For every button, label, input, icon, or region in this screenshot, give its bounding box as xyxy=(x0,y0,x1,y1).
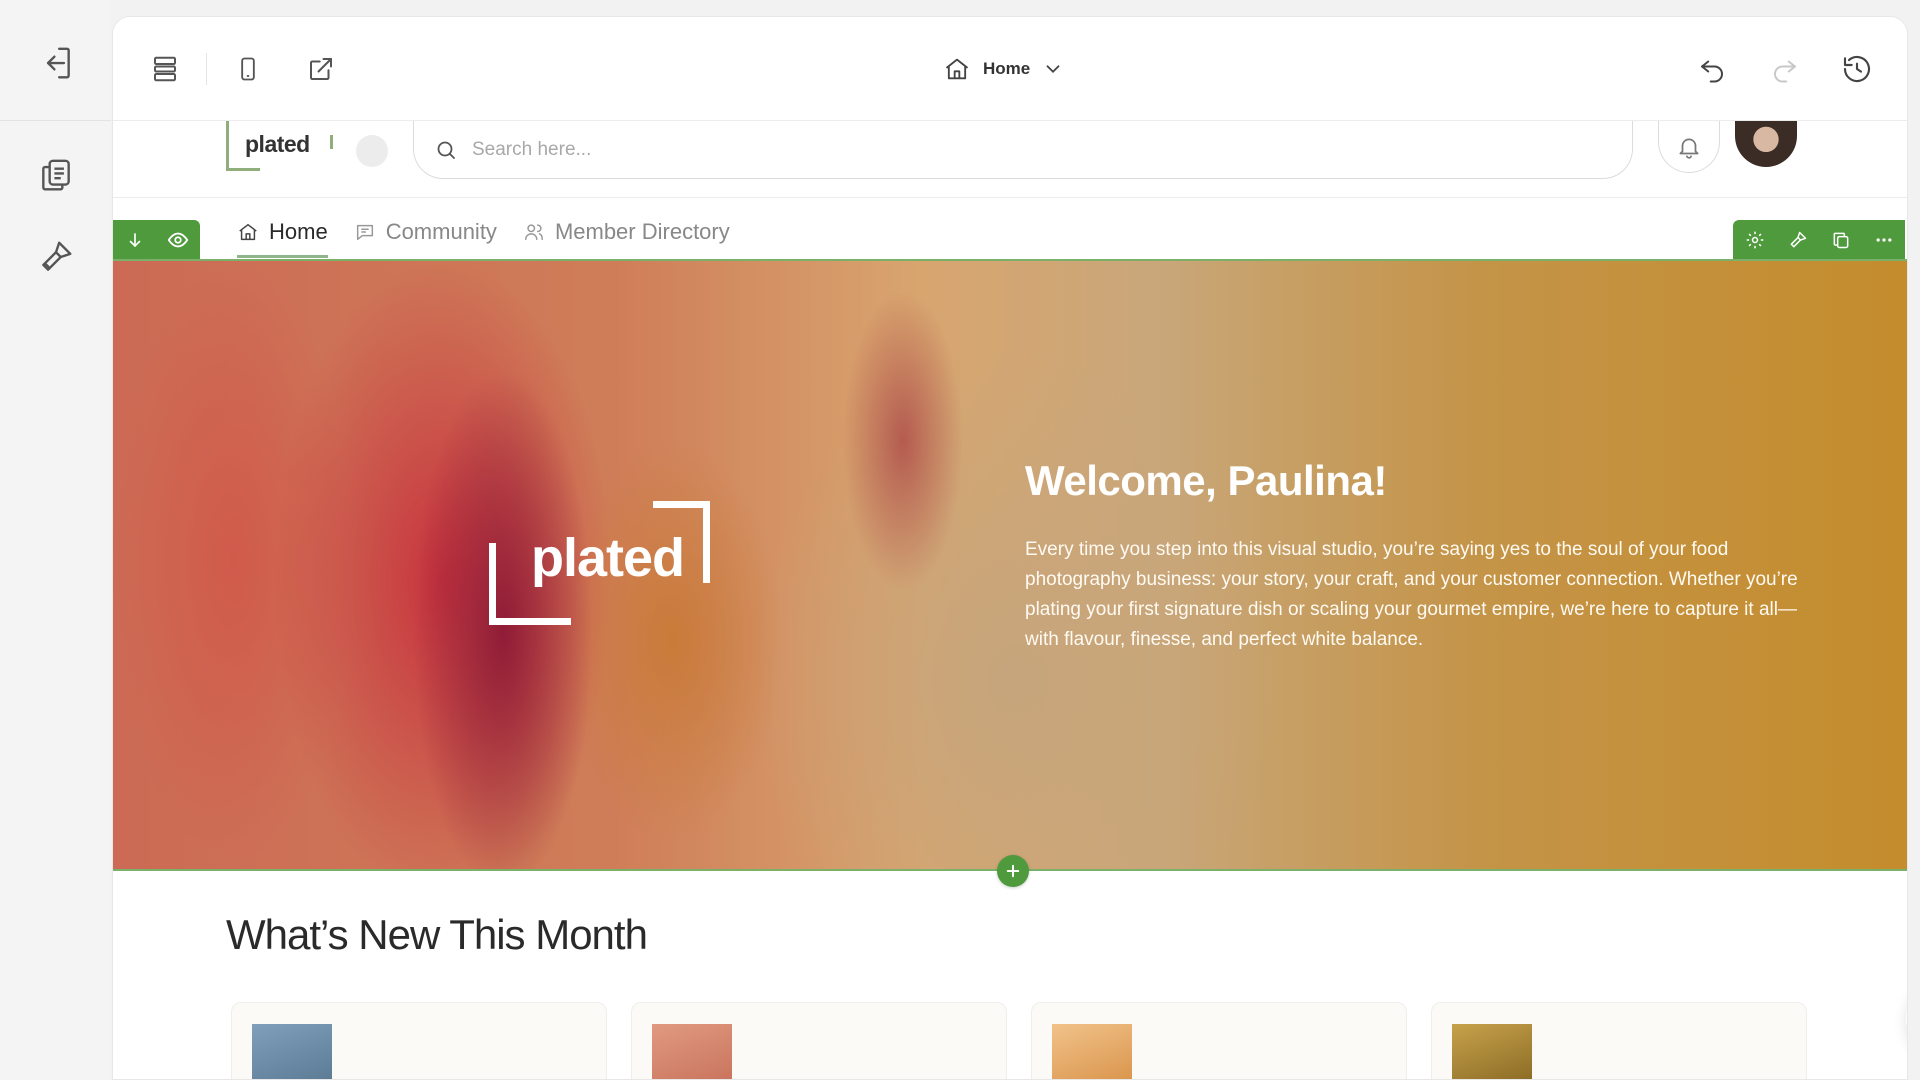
copy-icon xyxy=(1833,232,1848,249)
avatar[interactable] xyxy=(1735,121,1797,167)
arrow-down-icon xyxy=(129,233,141,248)
open-site-button[interactable] xyxy=(299,47,343,91)
history-icon xyxy=(1843,55,1871,83)
tab-label: Home xyxy=(269,219,328,244)
section-controls-left xyxy=(113,220,200,260)
bell-icon xyxy=(1679,138,1699,159)
site-header: plated xyxy=(113,121,1907,197)
news-card[interactable] xyxy=(231,1002,607,1079)
editor-rail xyxy=(0,0,111,1080)
history-button[interactable] xyxy=(1835,47,1879,91)
layers-button[interactable] xyxy=(143,47,187,91)
home-icon xyxy=(239,223,257,241)
add-section-button[interactable] xyxy=(997,855,1029,887)
search-icon xyxy=(437,141,455,159)
tab-label: Community xyxy=(385,219,497,244)
more-icon xyxy=(1876,238,1891,242)
mobile-preview-button[interactable] xyxy=(226,47,270,91)
hero-logo-bracket xyxy=(489,618,571,625)
card-thumbnail xyxy=(652,1024,732,1079)
home-icon xyxy=(945,58,969,80)
plus-icon xyxy=(1006,864,1020,878)
undo-icon xyxy=(1701,60,1723,83)
redo-button[interactable] xyxy=(1763,47,1807,91)
card-thumbnail xyxy=(252,1024,332,1079)
logo-bar xyxy=(226,168,260,171)
tab-community[interactable]: Community xyxy=(354,212,497,252)
tab-label: Member Directory xyxy=(554,219,730,244)
exit-icon xyxy=(46,47,70,79)
toolbar-divider xyxy=(206,53,207,85)
toggle-visibility-button[interactable] xyxy=(163,225,193,255)
design-button[interactable] xyxy=(33,234,79,280)
section-controls-right xyxy=(1733,220,1905,260)
editor-toolbar: Home xyxy=(113,17,1907,121)
mobile-icon xyxy=(241,57,255,81)
move-down-button[interactable] xyxy=(120,225,150,255)
news-card[interactable] xyxy=(1431,1002,1807,1079)
status-indicator xyxy=(356,135,388,167)
chat-support-button[interactable] xyxy=(1906,978,1907,1058)
hero-logo-bracket xyxy=(653,501,710,508)
news-card[interactable] xyxy=(631,1002,1007,1079)
news-card[interactable] xyxy=(1031,1002,1407,1079)
hero-logo: plated xyxy=(489,501,710,625)
more-button[interactable] xyxy=(1869,225,1899,255)
news-cards xyxy=(231,1002,1807,1079)
card-thumbnail xyxy=(1052,1024,1132,1079)
duplicate-button[interactable] xyxy=(1826,225,1856,255)
exit-button[interactable] xyxy=(33,40,79,86)
hero-logo-bracket xyxy=(703,501,710,583)
section-settings-button[interactable] xyxy=(1740,225,1770,255)
hero-logo-bracket xyxy=(489,543,496,625)
editor-canvas: Home plated Search here... Home Communit… xyxy=(112,16,1908,1080)
external-link-icon xyxy=(310,58,332,80)
nav-tabs: Home Community Member Directory xyxy=(237,212,730,258)
chevron-down-icon xyxy=(1046,65,1060,74)
tab-home[interactable]: Home xyxy=(237,212,328,258)
brush-icon xyxy=(1790,231,1806,248)
hero-title: Welcome, Paulina! xyxy=(1025,457,1387,504)
section-design-button[interactable] xyxy=(1783,225,1813,255)
section-title: What’s New This Month xyxy=(226,911,648,958)
chat-icon xyxy=(356,224,373,241)
search-bar[interactable] xyxy=(413,121,1633,179)
people-icon xyxy=(524,224,543,241)
logo-tick xyxy=(330,135,333,149)
hero-body: Every time you step into this visual stu… xyxy=(1025,539,1798,650)
site-nav: Home Community Member Directory xyxy=(113,197,1907,260)
site-logo[interactable]: plated xyxy=(226,121,336,173)
tab-member-directory[interactable]: Member Directory xyxy=(523,212,730,252)
pages-icon xyxy=(42,159,70,191)
pages-button[interactable] xyxy=(33,152,79,198)
card-thumbnail xyxy=(1452,1024,1532,1079)
redo-icon xyxy=(1774,60,1796,83)
page-selector-label: Home xyxy=(983,59,1031,78)
eye-icon xyxy=(168,232,189,248)
search-input[interactable] xyxy=(472,138,1572,161)
undo-button[interactable] xyxy=(1690,47,1734,91)
logo-bar xyxy=(226,121,229,171)
layers-icon xyxy=(154,56,176,82)
notifications-button[interactable] xyxy=(1658,121,1720,173)
gear-icon xyxy=(1746,231,1763,249)
hero-banner[interactable]: plated Welcome, Paulina! Every time you … xyxy=(113,259,1907,871)
logo-text: plated xyxy=(245,131,310,157)
hero-logo-text: plated xyxy=(531,528,685,588)
brush-icon xyxy=(42,241,72,271)
page-selector[interactable]: Home xyxy=(943,49,1064,89)
